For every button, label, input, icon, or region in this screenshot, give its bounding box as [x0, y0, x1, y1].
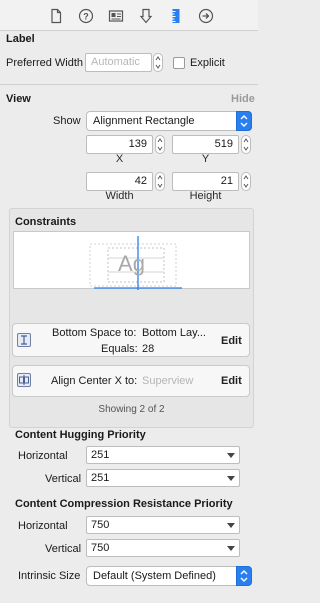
explicit-label: Explicit — [190, 57, 225, 69]
compression-vertical-label: Vertical — [45, 543, 82, 555]
width-caption: Width — [105, 190, 134, 202]
explicit-checkbox[interactable] — [173, 57, 185, 69]
constraint-1-equals-value: 28 — [142, 343, 155, 355]
preferred-width-field[interactable]: Automatic — [85, 53, 152, 72]
hugging-title: Content Hugging Priority — [15, 429, 146, 441]
hugging-horizontal-combo[interactable]: 251 — [86, 446, 240, 464]
compression-horizontal-value: 750 — [91, 519, 110, 531]
height-caption: Height — [189, 190, 222, 202]
show-popup-value: Alignment Rectangle — [93, 115, 195, 127]
constraints-title: Constraints — [15, 216, 77, 228]
hugging-vertical-label: Vertical — [45, 473, 82, 485]
show-popup[interactable]: Alignment Rectangle — [86, 111, 252, 131]
constraint-2-edit-button[interactable]: Edit — [221, 375, 242, 387]
intrinsic-size-popup[interactable]: Default (System Defined) — [86, 566, 252, 586]
identity-icon[interactable] — [108, 8, 124, 24]
y-caption: Y — [201, 153, 210, 165]
vertical-space-constraint-icon — [17, 333, 31, 347]
divider — [0, 84, 258, 85]
compression-vertical-combo[interactable]: 750 — [86, 539, 240, 557]
size-ruler-icon[interactable] — [168, 8, 184, 24]
constraints-count: Showing 2 of 2 — [98, 404, 165, 415]
preferred-width-label: Preferred Width — [6, 57, 84, 69]
chevron-down-icon — [227, 546, 235, 551]
constraint-1-equals-label: Equals: — [101, 343, 138, 355]
width-stepper[interactable] — [155, 172, 165, 191]
compression-horizontal-label: Horizontal — [18, 520, 68, 532]
popup-arrows-icon — [236, 566, 252, 586]
hugging-horizontal-label: Horizontal — [18, 450, 68, 462]
center-x-constraint-icon — [17, 373, 31, 387]
intrinsic-size-label: Intrinsic Size — [18, 570, 81, 582]
constraint-2-name: Align Center X to: — [51, 375, 138, 387]
hide-button[interactable]: Hide — [231, 93, 255, 105]
svg-text:?: ? — [83, 12, 89, 22]
show-label: Show — [53, 115, 81, 127]
inspector-toolbar: ? — [0, 0, 258, 31]
popup-arrows-icon — [236, 111, 252, 131]
constraint-2-target: Superview — [142, 375, 194, 387]
chevron-down-icon — [227, 523, 235, 528]
height-stepper[interactable] — [241, 172, 251, 191]
preferred-width-stepper[interactable] — [153, 53, 163, 72]
attributes-icon[interactable] — [138, 8, 154, 24]
x-caption: X — [115, 153, 124, 165]
chevron-down-icon — [227, 476, 235, 481]
x-field[interactable]: 139 — [86, 135, 153, 154]
y-field[interactable]: 519 — [172, 135, 239, 154]
help-icon[interactable]: ? — [78, 8, 94, 24]
hugging-horizontal-value: 251 — [91, 449, 110, 461]
compression-title: Content Compression Resistance Priority — [15, 498, 233, 510]
preview-text: Ag — [118, 251, 145, 276]
chevron-down-icon — [227, 453, 235, 458]
constraint-1-edit-button[interactable]: Edit — [221, 335, 242, 347]
compression-horizontal-combo[interactable]: 750 — [86, 516, 240, 534]
width-field[interactable]: 42 — [86, 172, 153, 191]
compression-vertical-value: 750 — [91, 542, 110, 554]
hugging-vertical-value: 251 — [91, 472, 110, 484]
height-field[interactable]: 21 — [172, 172, 239, 191]
file-icon[interactable] — [48, 8, 64, 24]
label-section-title: Label — [6, 33, 35, 45]
x-stepper[interactable] — [155, 135, 165, 154]
view-section-title: View — [6, 93, 31, 105]
constraint-1-name: Bottom Space to: — [52, 327, 137, 339]
constraint-1-target: Bottom Lay... — [142, 327, 206, 339]
intrinsic-size-value: Default (System Defined) — [93, 570, 216, 582]
hugging-vertical-combo[interactable]: 251 — [86, 469, 240, 487]
connections-arrow-icon[interactable] — [198, 8, 214, 24]
y-stepper[interactable] — [241, 135, 251, 154]
